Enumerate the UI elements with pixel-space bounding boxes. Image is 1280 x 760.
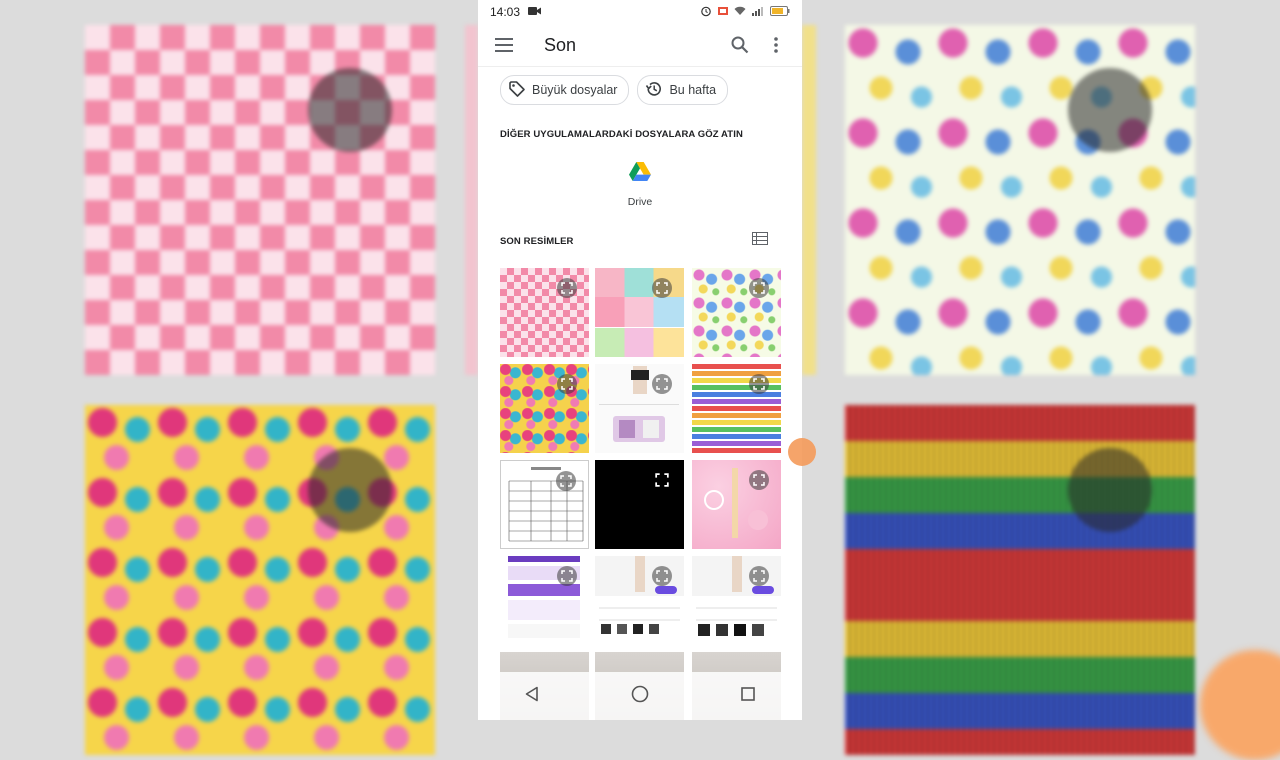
image-thumbnail[interactable] (500, 460, 589, 549)
background-tile (85, 405, 435, 755)
image-thumbnail[interactable] (692, 268, 781, 357)
expand-icon[interactable] (557, 278, 577, 298)
expand-icon[interactable] (556, 471, 576, 491)
video-camera-icon (528, 5, 542, 19)
drive-shortcut[interactable]: Drive (610, 162, 670, 208)
background-blob (1200, 650, 1280, 760)
alarm-icon (700, 5, 712, 20)
recents-icon[interactable] (740, 686, 756, 707)
background-tile (845, 25, 1195, 375)
expand-icon[interactable] (749, 566, 769, 586)
background-tile (802, 25, 816, 375)
image-thumbnail[interactable] (595, 556, 684, 645)
expand-icon[interactable] (749, 374, 769, 394)
google-drive-icon (629, 162, 651, 186)
image-thumbnail[interactable] (595, 460, 684, 549)
tag-icon (508, 80, 526, 101)
recent-images-heading: SON RESİMLER (500, 235, 574, 247)
expand-icon[interactable] (652, 278, 672, 298)
chip-large-files[interactable]: Büyük dosyalar (500, 75, 630, 105)
history-icon (645, 80, 663, 101)
image-thumbnail[interactable] (692, 460, 781, 549)
recent-images-header: SON RESİMLER (478, 208, 802, 250)
expand-icon[interactable] (749, 470, 769, 490)
chip-label: Bu hafta (669, 83, 717, 97)
expand-icon (1068, 448, 1152, 532)
status-time: 14:03 (490, 5, 521, 19)
expand-icon (308, 448, 392, 532)
image-thumbnail[interactable] (692, 364, 781, 453)
expand-icon[interactable] (557, 566, 577, 586)
expand-icon[interactable] (749, 278, 769, 298)
drive-label: Drive (627, 196, 653, 208)
background-tile (85, 25, 435, 375)
home-icon[interactable] (631, 685, 649, 708)
image-thumbnail[interactable] (500, 268, 589, 357)
expand-icon[interactable] (652, 470, 672, 490)
chip-label: Büyük dosyalar (532, 83, 618, 97)
phone-screen: 14:03 Son Büyük dosyalar Bu hafta DİĞER … (478, 0, 802, 720)
status-bar: 14:03 (478, 0, 802, 24)
signal-icon (751, 5, 765, 19)
search-icon[interactable] (722, 27, 758, 63)
page-title: Son (544, 34, 577, 55)
chip-this-week[interactable]: Bu hafta (637, 75, 729, 105)
floating-bubble[interactable] (788, 438, 816, 466)
battery-icon (770, 5, 790, 19)
expand-icon (308, 68, 392, 152)
image-thumbnail[interactable] (595, 364, 684, 453)
list-view-icon[interactable] (752, 232, 768, 250)
app-bar: Son (478, 24, 802, 67)
system-navigation-bar (478, 672, 802, 720)
background-tile (845, 405, 1195, 755)
background-tile (465, 25, 478, 375)
expand-icon[interactable] (652, 374, 672, 394)
image-thumbnail[interactable] (692, 556, 781, 645)
expand-icon[interactable] (652, 566, 672, 586)
wifi-icon (734, 5, 746, 19)
cast-icon (717, 5, 729, 20)
expand-icon (1068, 68, 1152, 152)
image-thumbnail[interactable] (500, 364, 589, 453)
more-options-icon[interactable] (758, 27, 794, 63)
expand-icon[interactable] (557, 374, 577, 394)
image-thumbnail[interactable] (500, 556, 589, 645)
other-apps-heading: DİĞER UYGULAMALARDAKİ DOSYALARA GÖZ ATIN (500, 129, 743, 140)
menu-icon[interactable] (486, 27, 522, 63)
back-icon[interactable] (524, 686, 540, 707)
filter-chips: Büyük dosyalar Bu hafta (478, 67, 802, 105)
image-thumbnail[interactable] (595, 268, 684, 357)
